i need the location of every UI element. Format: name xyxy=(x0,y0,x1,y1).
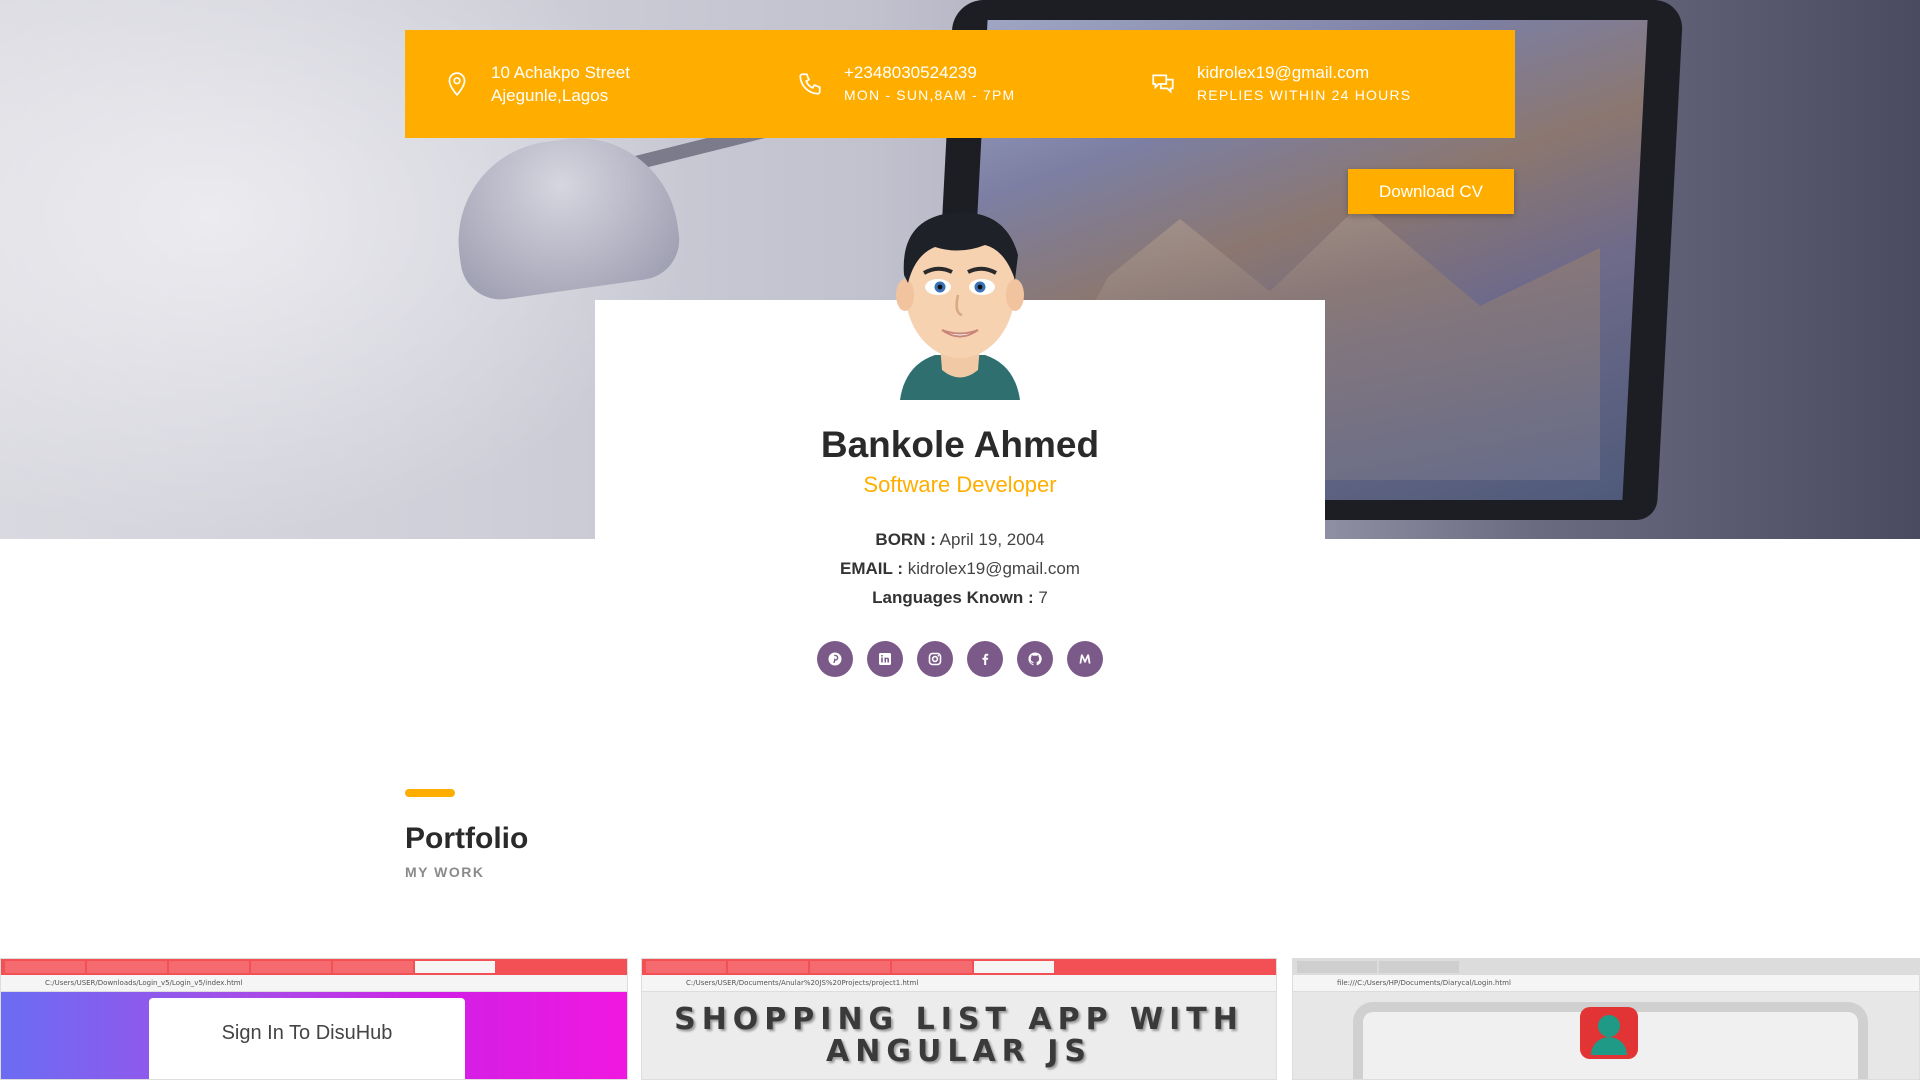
social-links xyxy=(817,641,1103,677)
linkedin-icon[interactable] xyxy=(867,641,903,677)
profile-role: Software Developer xyxy=(863,472,1057,497)
browser-tab xyxy=(251,961,331,973)
browser-tab xyxy=(5,961,85,973)
reply-note: REPLIES WITHIN 24 HOURS xyxy=(1197,87,1412,103)
pinterest-icon[interactable] xyxy=(817,641,853,677)
portfolio-preview: SHOPPING LIST APP WITH ANGULAR JS xyxy=(642,992,1276,1079)
profile-name: Bankole Ahmed xyxy=(820,424,1100,465)
portfolio-item[interactable]: C:/Users/USER/Documents/Anular%20JS%20Pr… xyxy=(641,958,1277,1080)
contact-phone: +2348030524239 MON - SUN,8AM - 7PM xyxy=(758,61,1111,107)
born-value: April 19, 2004 xyxy=(939,530,1045,549)
facebook-icon[interactable] xyxy=(967,641,1003,677)
preview-heading-line1: SHOPPING LIST APP WITH xyxy=(674,1002,1244,1037)
browser-tab-active xyxy=(415,961,495,973)
location-pin-icon xyxy=(443,70,471,98)
languages-value: 7 xyxy=(1038,588,1048,607)
browser-address-bar: C:/Users/USER/Documents/Anular%20JS%20Pr… xyxy=(642,975,1276,992)
browser-tab xyxy=(87,961,167,973)
born-row: BORN : April 19, 2004 xyxy=(0,530,1920,550)
browser-tab xyxy=(892,961,972,973)
address-line2: Ajegunle,Lagos xyxy=(491,86,609,105)
email-address[interactable]: kidrolex19@gmail.com xyxy=(1197,61,1411,84)
portfolio-item[interactable]: file:///C:/Users/HP/Documents/Diarycal/L… xyxy=(1292,958,1920,1080)
contact-email: kidrolex19@gmail.com REPLIES WITHIN 24 H… xyxy=(1111,61,1464,107)
languages-label: Languages Known : xyxy=(872,588,1034,607)
browser-tab-active xyxy=(1379,961,1459,973)
contact-bar: 10 Achakpo Street Ajegunle,Lagos +234803… xyxy=(405,30,1515,138)
user-logo-icon xyxy=(1580,1007,1638,1059)
email-label: EMAIL : xyxy=(840,559,903,578)
browser-tab-active xyxy=(974,961,1054,973)
portfolio-preview xyxy=(1293,992,1919,1079)
chat-bubbles-icon xyxy=(1149,70,1177,98)
contact-address: 10 Achakpo Street Ajegunle,Lagos xyxy=(405,61,758,107)
medium-icon[interactable] xyxy=(1067,641,1103,677)
signin-card-text: Sign In To DisuHub xyxy=(149,998,465,1079)
download-cv-button[interactable]: Download CV xyxy=(1348,169,1514,214)
browser-tab xyxy=(1297,961,1377,973)
email-value: kidrolex19@gmail.com xyxy=(907,559,1080,578)
section-accent-line xyxy=(405,789,455,797)
browser-tab xyxy=(333,961,413,973)
browser-tab xyxy=(728,961,808,973)
portfolio-item[interactable]: C:/Users/USER/Downloads/Login_v5/Login_v… xyxy=(0,958,628,1080)
github-icon[interactable] xyxy=(1017,641,1053,677)
preview-heading-line2: ANGULAR JS xyxy=(826,1034,1092,1069)
instagram-icon[interactable] xyxy=(917,641,953,677)
browser-tabs xyxy=(642,959,1276,975)
phone-icon xyxy=(796,70,824,98)
email-row: EMAIL : kidrolex19@gmail.com xyxy=(0,559,1920,579)
born-label: BORN : xyxy=(875,530,936,549)
portfolio-subtitle: MY WORK xyxy=(405,864,485,880)
avatar xyxy=(896,212,1024,400)
phone-number[interactable]: +2348030524239 xyxy=(844,61,1015,84)
browser-tab xyxy=(810,961,890,973)
portfolio-preview: Sign In To DisuHub xyxy=(1,992,627,1079)
browser-address-bar: file:///C:/Users/HP/Documents/Diarycal/L… xyxy=(1293,975,1919,992)
languages-row: Languages Known : 7 xyxy=(0,588,1920,608)
address-line1: 10 Achakpo Street xyxy=(491,63,630,82)
browser-tabs xyxy=(1,959,627,975)
browser-tabs xyxy=(1293,959,1919,975)
portfolio-title: Portfolio xyxy=(405,822,529,855)
business-hours: MON - SUN,8AM - 7PM xyxy=(844,87,1016,103)
browser-tab xyxy=(169,961,249,973)
browser-address-bar: C:/Users/USER/Downloads/Login_v5/Login_v… xyxy=(1,975,627,992)
browser-tab xyxy=(646,961,726,973)
